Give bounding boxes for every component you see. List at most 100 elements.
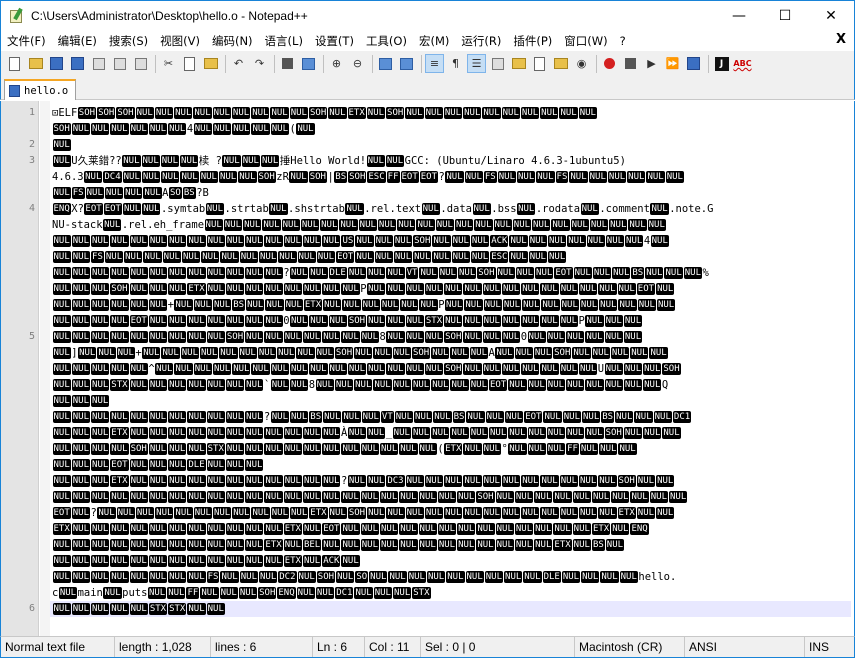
menu-run[interactable]: 运行(R) [455, 33, 507, 49]
folder-as-workspace-button[interactable] [551, 54, 570, 73]
menu-edit[interactable]: 编辑(E) [52, 33, 103, 49]
control-char: NUL [168, 283, 187, 295]
editor-row[interactable]: NUL NUL FS NUL NUL NUL NUL NUL NUL NUL NUL NUL NUL NU… [52, 249, 852, 265]
menu-encoding[interactable]: 编码(N) [206, 33, 259, 49]
status-eol[interactable]: Macintosh (CR) [575, 637, 685, 657]
editor-row[interactable]: NUL NUL NUL NUL NUL NUL NUL NUL FS NUL NUL NUL DC2 NU… [52, 569, 852, 585]
find-button[interactable] [278, 54, 297, 73]
editor-row[interactable]: NUL NUL NUL ETX NUL NUL NUL NUL NUL NUL NUL NUL NUL N… [52, 425, 852, 441]
close-file-button[interactable] [89, 54, 108, 73]
menu-file[interactable]: 文件(F) [1, 33, 52, 49]
editor-row[interactable]: NUL NUL NUL NUL NUL NUL NUL NUL NUL NUL NUL NUL NUL N… [52, 233, 852, 249]
editor-row[interactable]: SOH NUL NUL NUL NUL NUL NUL 4 NUL NUL NUL NUL NUL(NU… [52, 121, 852, 137]
copy-button[interactable] [180, 54, 199, 73]
maximize-button[interactable]: ☐ [762, 1, 808, 31]
sync-vertical-button[interactable] [376, 54, 395, 73]
editor-row[interactable]: NUL NUL NUL SOH NUL NUL NUL ETX NUL NUL NUL NUL NUL N… [52, 281, 852, 297]
menu-plugins[interactable]: 插件(P) [507, 33, 558, 49]
editor-row[interactable]: NUL NUL NUL NUL NUL NUL NUL NUL NUL SOH NUL NUL NUL N… [52, 329, 852, 345]
editor-row[interactable]: NUL [52, 137, 852, 153]
macro-record-button[interactable] [600, 54, 619, 73]
editor-row[interactable]: NUL NUL NUL NUL SOH NUL NUL NUL STX NUL NUL NUL NUL N… [52, 441, 852, 457]
editor-row[interactable]: NUL NUL NUL [52, 393, 852, 409]
zoom-in-button[interactable]: ⊕ [327, 54, 346, 73]
editor-row[interactable]: NUL NUL NUL NUL NUL ^ NUL NUL NUL NUL NUL NUL NUL NUL… [52, 361, 852, 377]
control-char: NUL [424, 507, 444, 519]
editor-row[interactable]: ENQ X? EOT EOT NUL NUL .symtab NUL .strtab NUL .sh… [52, 201, 852, 217]
menu-tools[interactable]: 工具(O) [360, 33, 413, 49]
menu-help[interactable]: ? [614, 34, 632, 48]
editor-row[interactable]: EOT NUL? NUL NUL NUL NUL NUL NUL NUL NUL NUL NUL NUL… [52, 505, 852, 521]
control-char: NUL [450, 427, 469, 439]
undo-button[interactable]: ↶ [229, 54, 248, 73]
editor-row[interactable]: NUL NUL NUL EOT NUL NUL NUL DLE NUL NUL NUL [52, 457, 852, 473]
editor-row[interactable]: NUL NUL NUL NUL NUL NUL NUL NUL NUL NUL NUL NUL? NUL… [52, 265, 852, 281]
menu-view[interactable]: 视图(V) [154, 33, 206, 49]
close-document-button[interactable]: X [836, 32, 846, 47]
word-wrap-button[interactable]: ≡ [425, 54, 444, 73]
editor-row[interactable]: 4.6.3 NUL DC4 NUL NUL NUL NUL NUL NUL NUL SOH zR NUL… [52, 169, 852, 185]
editor-row[interactable]: ⊡ELF SOH SOH SOH NUL NUL NUL NUL NUL NUL NUL NUL NUL… [52, 105, 852, 121]
editor-row[interactable]: NUL NUL NUL NUL NUL NUL + NUL NUL NUL BS NUL NUL NUL E… [52, 297, 852, 313]
editor-row[interactable]: NUL NUL NUL NUL NUL NUL NUL NUL NUL NUL NUL NUL ETX N… [52, 553, 852, 569]
close-all-button[interactable] [110, 54, 129, 73]
editor-row[interactable]: NUL FS NUL NUL NUL NUL A SO BS ?B [52, 185, 852, 201]
show-all-characters-button[interactable]: ¶ [446, 54, 465, 73]
status-insert-mode[interactable]: INS [805, 637, 854, 657]
macro-stop-button[interactable] [621, 54, 640, 73]
editor-row[interactable]: NUL U久莱錯?? NUL NUL NUL NUL 椟 ? NUL NUL NUL 捶Hello … [52, 153, 852, 169]
close-button[interactable]: ✕ [808, 1, 854, 31]
document-map-button[interactable] [509, 54, 528, 73]
save-all-button[interactable] [68, 54, 87, 73]
editor-row[interactable]: NUL NUL NUL NUL EOT NUL NUL NUL NUL NUL NUL NUL 0 NUL… [52, 313, 852, 329]
menu-language[interactable]: 语言(L) [259, 33, 309, 49]
control-char: NUL [527, 443, 546, 455]
editor-row[interactable]: ETX NUL NUL NUL NUL NUL NUL NUL NUL NUL NUL NUL ETX N… [52, 521, 852, 537]
sync-horizontal-button[interactable] [397, 54, 416, 73]
editor-row[interactable]: c NUL main NUL puts NUL NUL FF NUL NUL NUL SOH ENQ NU… [52, 585, 852, 601]
editor-row[interactable]: NUL NUL NUL NUL NUL NUL NUL NUL NUL NUL NUL NUL NUL N… [52, 489, 852, 505]
print-button[interactable] [131, 54, 150, 73]
paste-button[interactable] [201, 54, 220, 73]
control-char: NUL [148, 571, 168, 583]
cut-button[interactable]: ✂ [159, 54, 178, 73]
control-char: NUL [355, 251, 374, 263]
tab-hello-o[interactable]: hello.o [4, 79, 76, 100]
control-char: NUL [241, 155, 260, 167]
control-char: NUL [283, 443, 302, 455]
menu-window[interactable]: 窗口(W) [558, 33, 613, 49]
new-file-button[interactable] [5, 54, 24, 73]
replace-button[interactable] [299, 54, 318, 73]
monitoring-button[interactable]: ◉ [572, 54, 591, 73]
spell-check-button[interactable]: ABC [733, 54, 752, 73]
indent-guide-button[interactable]: ☰ [467, 54, 486, 73]
editor-row[interactable]: NUL NUL NUL NUL NUL NUL NUL NUL NUL NUL NUL? NUL NUL… [52, 409, 852, 425]
editor-row[interactable]: NUL NUL NUL STX NUL NUL NUL NUL NUL NUL NUL ` NUL NUL… [52, 377, 852, 393]
editor-row[interactable]: NUL NUL NUL NUL NUL STX STX NUL NUL [50, 601, 851, 617]
editor-row[interactable]: NUL NUL NUL ETX NUL NUL NUL NUL NUL NUL NUL NUL NUL N… [52, 473, 852, 489]
menu-settings[interactable]: 设置(T) [309, 33, 360, 49]
minimize-button[interactable]: — [716, 1, 762, 31]
control-char: NUL [392, 379, 411, 391]
save-button[interactable] [47, 54, 66, 73]
zoom-out-button[interactable]: ⊖ [348, 54, 367, 73]
function-list-button[interactable] [530, 54, 549, 73]
menu-macro[interactable]: 宏(M) [413, 33, 455, 49]
editor-row[interactable]: NU-stack NUL .rel.eh_frame NUL NUL NUL NUL NUL N… [52, 217, 852, 233]
editor-pane[interactable]: 1 2 3 4 5 6 ⊡ELF SOH SOH SOH NUL NUL NUL NUL NUL NUL NU… [0, 101, 855, 636]
control-char: NUL [206, 491, 225, 503]
macro-save-button[interactable] [684, 54, 703, 73]
redo-button[interactable]: ↷ [250, 54, 269, 73]
macro-run-multiple-button[interactable]: ⏩ [663, 54, 682, 73]
editor-row[interactable]: NUL NUL NUL NUL NUL NUL NUL NUL NUL NUL NUL ETX NUL B… [52, 537, 852, 553]
control-char: NUL [225, 283, 245, 295]
menu-search[interactable]: 搜索(S) [103, 33, 154, 49]
plugin-j-button[interactable]: J [712, 54, 731, 73]
editor-row[interactable]: NUL] NUL NUL NUL + NUL NUL NUL NUL NUL NUL NUL NUL NU… [52, 345, 852, 361]
macro-play-button[interactable]: ▶ [642, 54, 661, 73]
editor-text[interactable]: ⊡ELF SOH SOH SOH NUL NUL NUL NUL NUL NUL NUL NUL NUL… [50, 105, 852, 617]
user-defined-language-button[interactable] [488, 54, 507, 73]
control-char: NUL [361, 411, 380, 423]
open-file-button[interactable] [26, 54, 45, 73]
status-encoding[interactable]: ANSI [685, 637, 805, 657]
